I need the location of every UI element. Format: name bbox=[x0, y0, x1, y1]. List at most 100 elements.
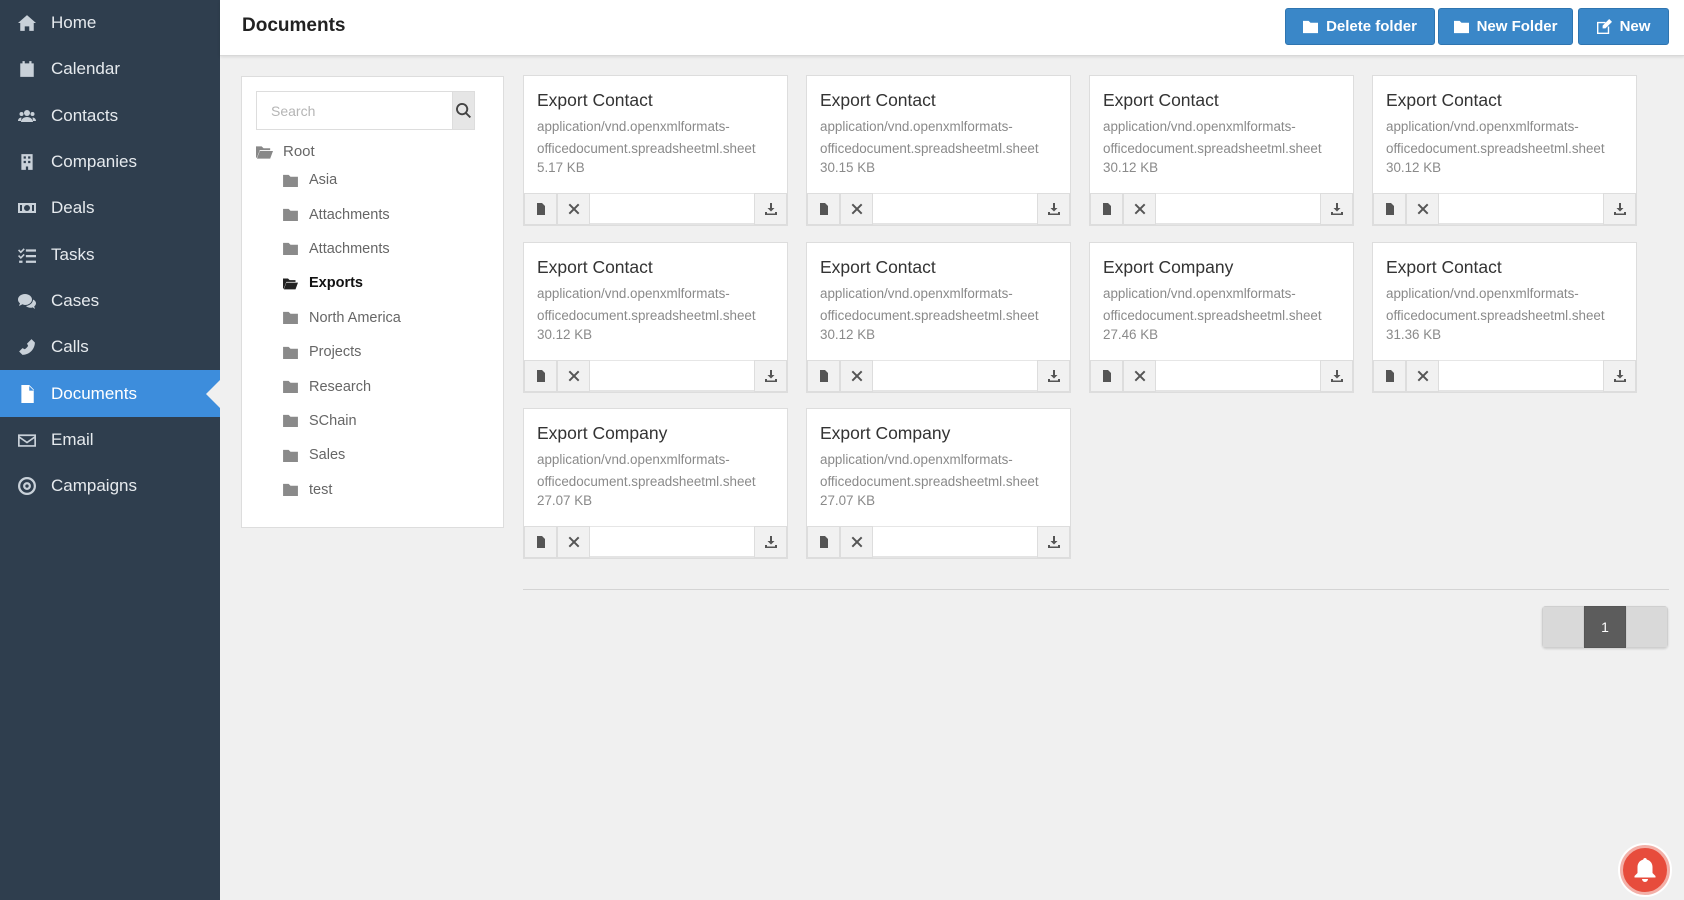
folder-item-research[interactable]: Research bbox=[283, 369, 401, 403]
view-document-button[interactable] bbox=[1090, 193, 1123, 225]
document-card[interactable]: Export Contact application/vnd.openxmlfo… bbox=[806, 242, 1071, 393]
bell-icon bbox=[1634, 858, 1656, 882]
folder-item-test[interactable]: test bbox=[283, 473, 401, 507]
document-actions bbox=[1373, 193, 1636, 225]
sidebar-item-label: Email bbox=[51, 429, 94, 449]
search-button[interactable] bbox=[452, 91, 475, 130]
new-folder-button[interactable]: New Folder bbox=[1438, 8, 1573, 45]
delete-folder-label: Delete folder bbox=[1326, 18, 1417, 35]
view-document-button[interactable] bbox=[524, 526, 557, 558]
delete-document-button[interactable] bbox=[1406, 360, 1439, 392]
sidebar-item-companies[interactable]: Companies bbox=[0, 139, 220, 185]
sidebar-item-home[interactable]: Home bbox=[0, 0, 220, 46]
document-actions bbox=[524, 526, 787, 558]
document-progress-track bbox=[873, 526, 1037, 558]
delete-document-button[interactable] bbox=[557, 193, 590, 225]
folder-item-north-america[interactable]: North America bbox=[283, 301, 401, 335]
delete-document-button[interactable] bbox=[557, 360, 590, 392]
document-progress-track bbox=[590, 360, 754, 392]
document-card[interactable]: Export Contact application/vnd.openxmlfo… bbox=[806, 75, 1071, 226]
delete-document-button[interactable] bbox=[1123, 360, 1156, 392]
folder-item-schain[interactable]: SChain bbox=[283, 404, 401, 438]
previous-page-button[interactable] bbox=[1542, 606, 1584, 648]
delete-document-button[interactable] bbox=[1123, 193, 1156, 225]
download-document-button[interactable] bbox=[754, 193, 787, 225]
page-button-current[interactable]: 1 bbox=[1584, 606, 1626, 648]
sidebar-item-calendar[interactable]: Calendar bbox=[0, 46, 220, 92]
document-card[interactable]: Export Contact application/vnd.openxmlfo… bbox=[523, 242, 788, 393]
view-document-button[interactable] bbox=[524, 360, 557, 392]
sidebar-item-label: Cases bbox=[51, 290, 100, 310]
delete-document-button[interactable] bbox=[557, 526, 590, 558]
document-mime-type: application/vnd.openxmlformats-officedoc… bbox=[537, 286, 756, 323]
folder-root[interactable]: Root bbox=[256, 143, 315, 160]
sidebar-item-tasks[interactable]: Tasks bbox=[0, 231, 220, 277]
sidebar-item-campaigns[interactable]: Campaigns bbox=[0, 463, 220, 509]
view-document-button[interactable] bbox=[807, 193, 840, 225]
next-page-button[interactable] bbox=[1626, 606, 1668, 648]
folder-item-exports[interactable]: Exports bbox=[283, 266, 401, 300]
delete-document-button[interactable] bbox=[1406, 193, 1439, 225]
document-mime-type: application/vnd.openxmlformats-officedoc… bbox=[1103, 119, 1322, 156]
document-card[interactable]: Export Contact application/vnd.openxmlfo… bbox=[1089, 75, 1354, 226]
document-card[interactable]: Export Company application/vnd.openxmlfo… bbox=[806, 408, 1071, 559]
download-document-button[interactable] bbox=[754, 360, 787, 392]
sidebar-item-documents[interactable]: Documents bbox=[0, 370, 220, 417]
sidebar-item-email[interactable]: Email bbox=[0, 417, 220, 463]
folder-icon bbox=[283, 346, 298, 359]
file-icon bbox=[1385, 203, 1394, 215]
document-progress-track bbox=[590, 193, 754, 225]
folder-item-attachments[interactable]: Attachments bbox=[283, 232, 401, 266]
document-card[interactable]: Export Company application/vnd.openxmlfo… bbox=[523, 408, 788, 559]
notifications-button[interactable] bbox=[1620, 845, 1670, 895]
download-document-button[interactable] bbox=[1320, 360, 1353, 392]
new-document-button[interactable]: New bbox=[1578, 8, 1669, 45]
sidebar-item-calls[interactable]: Calls bbox=[0, 324, 220, 370]
folder-icon bbox=[283, 312, 298, 325]
view-document-button[interactable] bbox=[807, 360, 840, 392]
folder-search bbox=[256, 91, 475, 130]
sidebar-item-contacts[interactable]: Contacts bbox=[0, 93, 220, 139]
view-document-button[interactable] bbox=[1090, 360, 1123, 392]
sidebar-item-cases[interactable]: Cases bbox=[0, 278, 220, 324]
document-title: Export Company bbox=[820, 423, 951, 443]
document-card[interactable]: Export Contact application/vnd.openxmlfo… bbox=[1372, 75, 1637, 226]
document-card[interactable]: Export Contact application/vnd.openxmlfo… bbox=[1372, 242, 1637, 393]
sidebar-item-deals[interactable]: Deals bbox=[0, 185, 220, 231]
download-icon bbox=[764, 536, 777, 548]
tasks-icon bbox=[17, 245, 37, 265]
view-document-button[interactable] bbox=[524, 193, 557, 225]
document-title: Export Contact bbox=[537, 90, 653, 110]
sidebar-item-label: Deals bbox=[51, 198, 95, 218]
folder-search-input[interactable] bbox=[256, 91, 452, 130]
folder-label: Attachments bbox=[309, 206, 390, 223]
view-document-button[interactable] bbox=[1373, 360, 1406, 392]
download-document-button[interactable] bbox=[754, 526, 787, 558]
download-document-button[interactable] bbox=[1603, 360, 1636, 392]
document-card[interactable]: Export Contact application/vnd.openxmlfo… bbox=[523, 75, 788, 226]
folder-item-attachments[interactable]: Attachments bbox=[283, 197, 401, 231]
view-document-button[interactable] bbox=[807, 526, 840, 558]
delete-folder-button[interactable]: Delete folder bbox=[1285, 8, 1435, 45]
download-document-button[interactable] bbox=[1603, 193, 1636, 225]
document-card[interactable]: Export Company application/vnd.openxmlfo… bbox=[1089, 242, 1354, 393]
download-document-button[interactable] bbox=[1037, 193, 1070, 225]
page-title: Documents bbox=[242, 15, 346, 36]
close-icon bbox=[851, 536, 862, 548]
document-title: Export Company bbox=[537, 423, 668, 443]
document-progress-track bbox=[1439, 193, 1603, 225]
folder-item-projects[interactable]: Projects bbox=[283, 335, 401, 369]
folder-item-sales[interactable]: Sales bbox=[283, 438, 401, 472]
folder-item-asia[interactable]: Asia bbox=[283, 163, 401, 197]
download-document-button[interactable] bbox=[1037, 526, 1070, 558]
document-title: Export Contact bbox=[1103, 90, 1219, 110]
view-document-button[interactable] bbox=[1373, 193, 1406, 225]
delete-document-button[interactable] bbox=[840, 360, 873, 392]
download-icon bbox=[1330, 203, 1343, 215]
folder-label: test bbox=[309, 481, 333, 498]
delete-document-button[interactable] bbox=[840, 193, 873, 225]
download-document-button[interactable] bbox=[1037, 360, 1070, 392]
download-document-button[interactable] bbox=[1320, 193, 1353, 225]
delete-document-button[interactable] bbox=[840, 526, 873, 558]
close-icon bbox=[568, 203, 579, 215]
